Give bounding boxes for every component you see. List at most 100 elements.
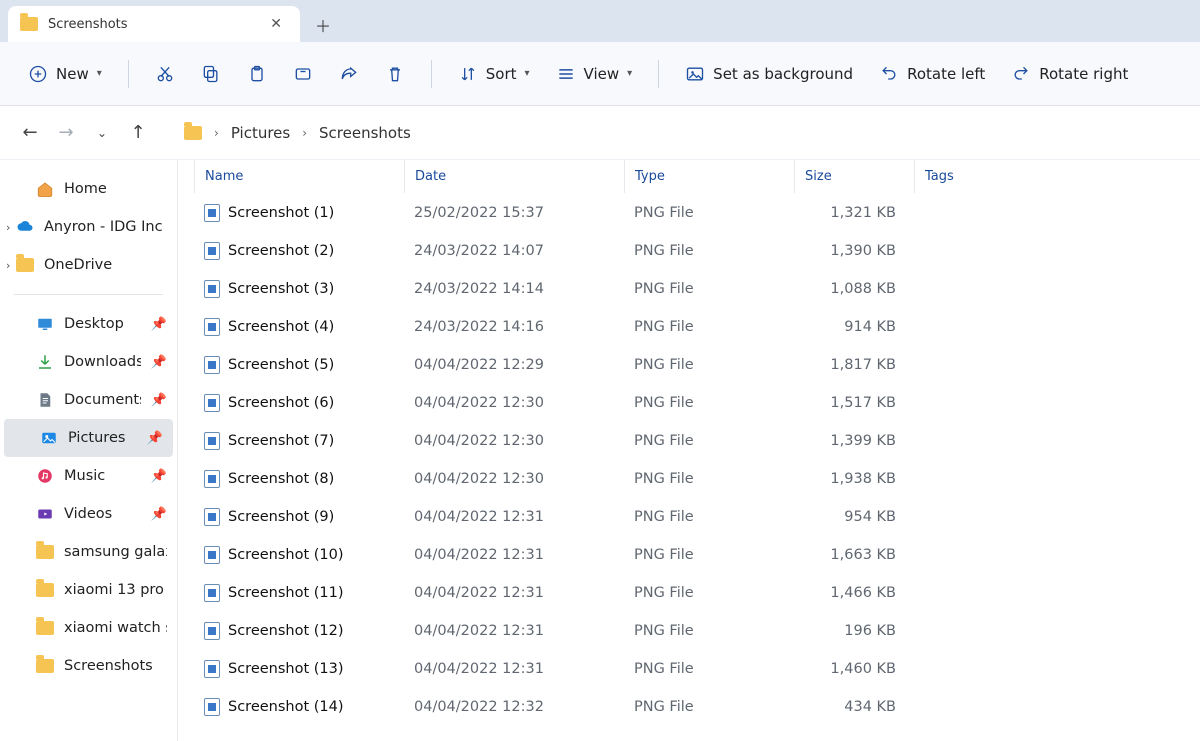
cell-type: PNG File — [624, 319, 794, 335]
up-button[interactable]: ↑ — [126, 122, 150, 143]
cell-date: 04/04/2022 12:30 — [404, 395, 624, 411]
cell-date: 24/03/2022 14:14 — [404, 281, 624, 297]
cell-size: 1,460 KB — [794, 661, 914, 677]
cell-type: PNG File — [624, 471, 794, 487]
sidebar-item-quick[interactable]: samsung galaxy — [0, 533, 177, 571]
file-name: Screenshot (8) — [228, 471, 334, 487]
file-row[interactable]: Screenshot (11)04/04/2022 12:31PNG File1… — [194, 574, 1200, 612]
cell-name: Screenshot (8) — [194, 470, 404, 488]
sidebar-icon — [40, 429, 58, 447]
expand-icon[interactable]: › — [6, 221, 10, 234]
delete-button[interactable] — [375, 56, 415, 92]
cell-size: 1,088 KB — [794, 281, 914, 297]
rotate-right-button[interactable]: Rotate right — [1001, 56, 1138, 92]
forward-button[interactable]: → — [54, 122, 78, 143]
cell-type: PNG File — [624, 661, 794, 677]
cut-button[interactable] — [145, 56, 185, 92]
file-row[interactable]: Screenshot (13)04/04/2022 12:31PNG File1… — [194, 650, 1200, 688]
view-button[interactable]: View ▾ — [546, 56, 643, 92]
window-tab[interactable]: Screenshots ✕ — [8, 6, 300, 42]
cell-date: 04/04/2022 12:30 — [404, 471, 624, 487]
chevron-right-icon: › — [296, 126, 313, 140]
back-button[interactable]: ← — [18, 122, 42, 143]
file-row[interactable]: Screenshot (9)04/04/2022 12:31PNG File95… — [194, 498, 1200, 536]
file-list: ˄ Name Date Type Size Tags Screenshot (1… — [178, 160, 1200, 741]
nav-buttons: ← → ⌄ ↑ — [18, 122, 178, 143]
file-row[interactable]: Screenshot (8) 04/04/2022 12:30PNG File1,… — [194, 460, 1200, 498]
cell-size: 1,466 KB — [794, 585, 914, 601]
column-header-name[interactable]: Name — [194, 160, 404, 193]
cell-name: Screenshot (2) — [194, 242, 404, 260]
home-icon — [36, 180, 54, 198]
pin-icon: 📌 — [151, 469, 167, 484]
breadcrumb[interactable]: › Pictures › Screenshots — [178, 124, 411, 142]
close-tab-icon[interactable]: ✕ — [264, 14, 288, 34]
cell-date: 25/02/2022 15:37 — [404, 205, 624, 221]
copy-button[interactable] — [191, 56, 231, 92]
cell-size: 434 KB — [794, 699, 914, 715]
cell-size: 914 KB — [794, 319, 914, 335]
breadcrumb-segment[interactable]: Pictures — [231, 124, 290, 142]
file-row[interactable]: Screenshot (2)24/03/2022 14:07PNG File1,… — [194, 232, 1200, 270]
sidebar-item-label: Home — [64, 181, 107, 197]
rotate-left-button[interactable]: Rotate left — [869, 56, 995, 92]
column-header-date[interactable]: Date — [404, 160, 624, 193]
file-row[interactable]: Screenshot (4)24/03/2022 14:16PNG File91… — [194, 308, 1200, 346]
column-header-tags[interactable]: Tags — [914, 160, 1094, 193]
cell-size: 1,938 KB — [794, 471, 914, 487]
expand-icon[interactable]: › — [6, 259, 10, 272]
sidebar-item-quick[interactable]: Screenshots — [0, 647, 177, 685]
file-row[interactable]: Screenshot (12)04/04/2022 12:31PNG File1… — [194, 612, 1200, 650]
png-file-icon — [204, 318, 220, 336]
recent-locations-button[interactable]: ⌄ — [90, 126, 114, 140]
file-row[interactable]: Screenshot (3)24/03/2022 14:14PNG File1,… — [194, 270, 1200, 308]
rotate-right-label: Rotate right — [1039, 65, 1128, 83]
cell-size: 1,517 KB — [794, 395, 914, 411]
sidebar-item-anyron[interactable]: › Anyron - IDG Inc — [0, 208, 177, 246]
file-row[interactable]: Screenshot (7)04/04/2022 12:30PNG File1,… — [194, 422, 1200, 460]
sidebar-item-quick[interactable]: Documents📌 — [0, 381, 177, 419]
file-name: Screenshot (5) — [228, 357, 334, 373]
sort-button[interactable]: Sort ▾ — [448, 56, 540, 92]
share-button[interactable] — [329, 56, 369, 92]
cell-name: Screenshot (1) — [194, 204, 404, 222]
sidebar-item-label: Desktop — [64, 316, 124, 332]
file-row[interactable]: Screenshot (14)04/04/2022 12:32PNG File4… — [194, 688, 1200, 726]
file-name: Screenshot (10) — [228, 547, 344, 563]
sidebar-item-quick[interactable]: Videos📌 — [0, 495, 177, 533]
column-header-label: Type — [635, 169, 665, 184]
cell-name: Screenshot (14) — [194, 698, 404, 716]
breadcrumb-segment[interactable]: Screenshots — [319, 124, 411, 142]
file-row[interactable]: Screenshot (1)25/02/2022 15:37PNG File1,… — [194, 194, 1200, 232]
sidebar-item-quick[interactable]: xiaomi 13 pro camera — [0, 571, 177, 609]
set-background-button[interactable]: Set as background — [675, 56, 863, 92]
new-tab-button[interactable]: ＋ — [306, 8, 340, 42]
sidebar-item-quick[interactable]: Pictures📌 — [4, 419, 173, 457]
folder-icon — [36, 545, 54, 559]
sidebar-item-label: Videos — [64, 506, 112, 522]
sidebar-item-quick[interactable]: Music📌 — [0, 457, 177, 495]
cell-type: PNG File — [624, 281, 794, 297]
view-label: View — [584, 65, 620, 83]
file-row[interactable]: Screenshot (10)04/04/2022 12:31PNG File1… — [194, 536, 1200, 574]
sidebar-item-home[interactable]: Home — [0, 170, 177, 208]
file-name: Screenshot (9) — [228, 509, 334, 525]
column-header-type[interactable]: Type — [624, 160, 794, 193]
delete-icon — [385, 64, 405, 84]
png-file-icon — [204, 204, 220, 222]
new-button[interactable]: New ▾ — [18, 56, 112, 92]
rename-button[interactable] — [283, 56, 323, 92]
sidebar-item-quick[interactable]: Downloads📌 — [0, 343, 177, 381]
pin-icon: 📌 — [151, 393, 167, 408]
sidebar-item-onedrive[interactable]: › OneDrive — [0, 246, 177, 284]
cell-date: 24/03/2022 14:16 — [404, 319, 624, 335]
sidebar-item-quick[interactable]: Desktop📌 — [0, 305, 177, 343]
png-file-icon — [204, 698, 220, 716]
column-header-size[interactable]: Size — [794, 160, 914, 193]
cell-type: PNG File — [624, 395, 794, 411]
file-row[interactable]: Screenshot (6)04/04/2022 12:30PNG File1,… — [194, 384, 1200, 422]
paste-button[interactable] — [237, 56, 277, 92]
cut-icon — [155, 64, 175, 84]
file-row[interactable]: Screenshot (5)04/04/2022 12:29PNG File1,… — [194, 346, 1200, 384]
sidebar-item-quick[interactable]: xiaomi watch s1 — [0, 609, 177, 647]
